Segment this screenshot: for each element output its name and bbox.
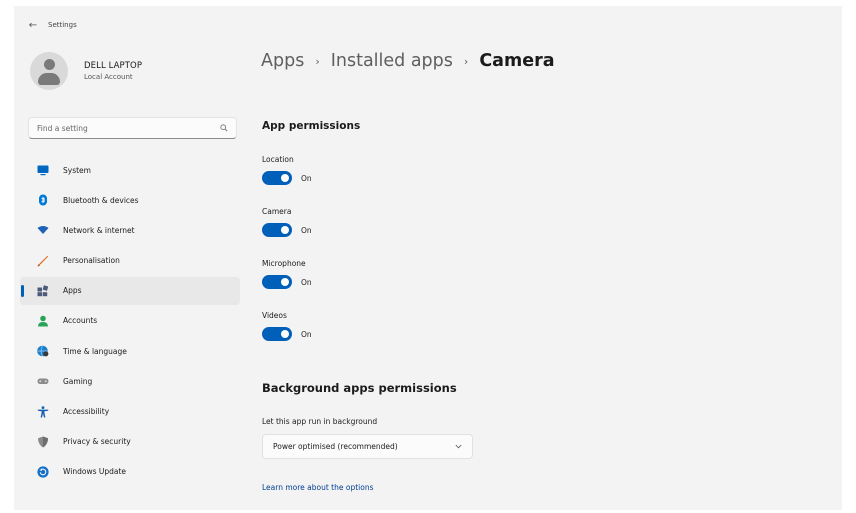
person-icon xyxy=(38,315,48,327)
search-input[interactable] xyxy=(37,123,220,133)
sidebar-item-privacy-security[interactable]: Privacy & security xyxy=(20,428,240,456)
toggle-state: On xyxy=(301,277,312,287)
settings-window: ← Settings DELL LAPTOP Local Account Sys… xyxy=(14,6,842,510)
camera-toggle[interactable] xyxy=(262,223,292,237)
window-title: Settings xyxy=(48,21,77,29)
shield-icon xyxy=(38,436,48,448)
sidebar-item-accessibility[interactable]: Accessibility xyxy=(20,398,240,426)
user-profile[interactable]: DELL LAPTOP Local Account xyxy=(30,52,142,90)
sidebar-item-windows-update[interactable]: Windows Update xyxy=(20,458,240,486)
chevron-down-icon xyxy=(455,444,462,449)
sidebar-item-time-language[interactable]: Time & language xyxy=(20,337,240,365)
apps-icon xyxy=(37,285,49,296)
search-box[interactable] xyxy=(28,117,237,139)
permission-location: Location On xyxy=(262,155,312,185)
toggle-state: On xyxy=(301,225,312,235)
sidebar-item-apps[interactable]: Apps xyxy=(20,276,240,305)
monitor-icon xyxy=(37,165,49,176)
breadcrumb-separator: › xyxy=(315,54,320,68)
toggle-state: On xyxy=(301,329,312,339)
breadcrumb: Apps › Installed apps › Camera xyxy=(261,51,555,71)
permission-label: Camera xyxy=(262,207,292,216)
microphone-toggle[interactable] xyxy=(262,275,292,289)
wifi-icon xyxy=(37,226,49,235)
sidebar-item-network[interactable]: Network & internet xyxy=(20,216,240,244)
background-run-dropdown[interactable]: Power optimised (recommended) xyxy=(262,434,473,459)
accessibility-icon xyxy=(37,405,49,417)
videos-toggle[interactable] xyxy=(262,327,292,341)
permission-camera: Camera On xyxy=(262,207,312,237)
toggle-state: On xyxy=(301,173,312,183)
back-arrow-icon[interactable]: ← xyxy=(26,20,40,31)
breadcrumb-installed-apps[interactable]: Installed apps xyxy=(331,51,453,71)
title-bar: ← Settings xyxy=(26,18,77,32)
permission-microphone: Microphone On xyxy=(262,259,312,289)
breadcrumb-separator: › xyxy=(463,54,469,68)
sidebar-item-bluetooth[interactable]: Bluetooth & devices xyxy=(20,186,240,214)
bluetooth-icon xyxy=(39,194,47,206)
profile-name: DELL LAPTOP xyxy=(84,61,143,71)
profile-account-type: Local Account xyxy=(84,73,133,81)
breadcrumb-apps[interactable]: Apps xyxy=(261,51,304,71)
permission-videos: Videos On xyxy=(262,311,312,341)
sidebar-item-accounts[interactable]: Accounts xyxy=(20,307,240,335)
app-permissions-heading: App permissions xyxy=(262,120,361,132)
permission-label: Location xyxy=(262,155,294,164)
brush-icon xyxy=(37,255,49,266)
sidebar-nav: System Bluetooth & devices Network & int… xyxy=(20,156,240,488)
search-icon xyxy=(220,124,228,132)
location-toggle[interactable] xyxy=(262,171,292,185)
background-run-label: Let this app run in background xyxy=(262,417,378,426)
avatar xyxy=(30,52,68,90)
permission-label: Videos xyxy=(262,311,287,320)
globe-clock-icon xyxy=(37,345,49,357)
background-permissions-heading: Background apps permissions xyxy=(262,381,457,395)
learn-more-link[interactable]: Learn more about the options xyxy=(262,483,374,492)
page-title: Camera xyxy=(479,51,555,71)
gamepad-icon xyxy=(37,378,49,385)
sidebar-item-system[interactable]: System xyxy=(20,156,240,184)
update-icon xyxy=(37,466,49,478)
permission-label: Microphone xyxy=(262,259,306,268)
sidebar-item-personalisation[interactable]: Personalisation xyxy=(20,247,240,275)
sidebar-item-gaming[interactable]: Gaming xyxy=(20,367,240,395)
dropdown-value: Power optimised (recommended) xyxy=(273,442,398,451)
